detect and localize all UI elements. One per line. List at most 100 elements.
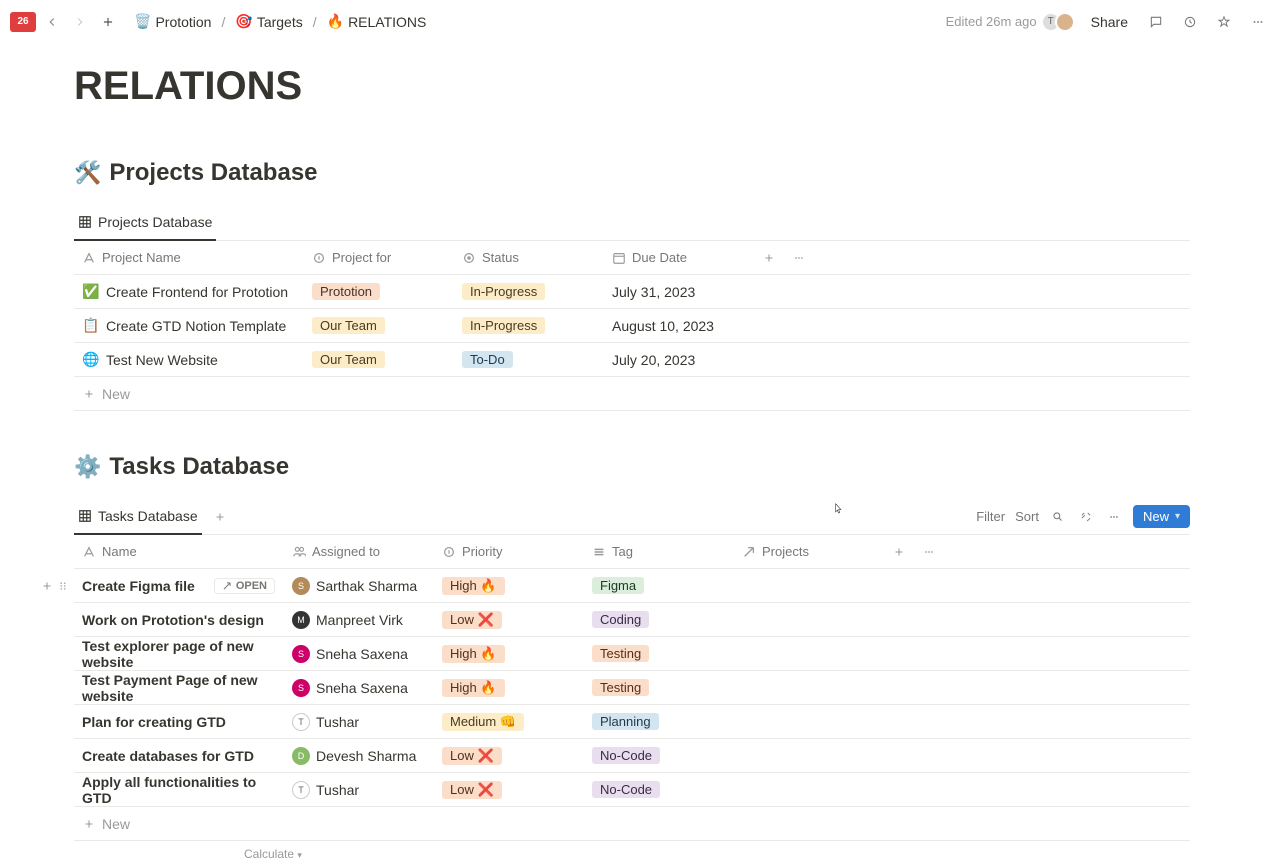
calculate-button[interactable]: Calculate ▾ bbox=[74, 841, 1190, 861]
new-button[interactable]: New ▾ bbox=[1133, 505, 1190, 528]
projects-add-row[interactable]: New bbox=[74, 377, 1190, 411]
cell-due[interactable]: July 20, 2023 bbox=[604, 343, 754, 376]
cell-priority[interactable]: Medium 👊 bbox=[434, 705, 584, 738]
projects-view-tab[interactable]: Projects Database bbox=[74, 205, 216, 241]
cell-assigned[interactable]: S Sarthak Sharma bbox=[284, 569, 434, 602]
col-assigned[interactable]: Assigned to bbox=[284, 544, 434, 559]
comments-icon[interactable] bbox=[1144, 10, 1168, 34]
cell-for[interactable]: Prototion bbox=[304, 275, 454, 308]
open-button[interactable]: OPEN bbox=[214, 578, 275, 594]
cell-tag[interactable]: Planning bbox=[584, 705, 734, 738]
cell-projects[interactable] bbox=[734, 603, 884, 636]
cell-status[interactable]: In-Progress bbox=[454, 275, 604, 308]
column-more-icon[interactable] bbox=[914, 545, 944, 559]
table-row[interactable]: Plan for creating GTD T Tushar Medium 👊 … bbox=[74, 705, 1190, 739]
cell-projects[interactable] bbox=[734, 569, 884, 602]
cell-assigned[interactable]: S Sneha Saxena bbox=[284, 637, 434, 670]
search-icon[interactable] bbox=[1049, 508, 1067, 526]
cell-name[interactable]: Create databases for GTD bbox=[74, 739, 284, 772]
cell-assigned[interactable]: M Manpreet Virk bbox=[284, 603, 434, 636]
cell-name[interactable]: 📋 Create GTD Notion Template bbox=[74, 309, 304, 342]
table-row[interactable]: Work on Prototion's design M Manpreet Vi… bbox=[74, 603, 1190, 637]
cell-name[interactable]: Test Payment Page of new website bbox=[74, 671, 284, 704]
cell-name[interactable]: Plan for creating GTD bbox=[74, 705, 284, 738]
table-row[interactable]: Test Payment Page of new website S Sneha… bbox=[74, 671, 1190, 705]
cell-name[interactable]: ✅ Create Frontend for Prototion bbox=[74, 275, 304, 308]
cell-projects[interactable] bbox=[734, 773, 884, 806]
cell-priority[interactable]: Low ❌ bbox=[434, 603, 584, 636]
add-column-icon[interactable] bbox=[754, 251, 784, 265]
cell-priority[interactable]: High 🔥 bbox=[434, 671, 584, 704]
nav-forward-icon[interactable] bbox=[68, 10, 92, 34]
cell-projects[interactable] bbox=[734, 671, 884, 704]
projects-heading[interactable]: 🛠️ Projects Database bbox=[74, 159, 1190, 187]
cell-priority[interactable]: Low ❌ bbox=[434, 773, 584, 806]
cell-priority[interactable]: Low ❌ bbox=[434, 739, 584, 772]
cell-name[interactable]: 🌐 Test New Website bbox=[74, 343, 304, 376]
cell-tag[interactable]: Figma bbox=[584, 569, 734, 602]
table-row[interactable]: Apply all functionalities to GTD T Tusha… bbox=[74, 773, 1190, 807]
cell-projects[interactable] bbox=[734, 637, 884, 670]
cell-assigned[interactable]: T Tushar bbox=[284, 705, 434, 738]
table-row[interactable]: Create databases for GTD D Devesh Sharma… bbox=[74, 739, 1190, 773]
drag-handle-icon[interactable] bbox=[56, 579, 70, 593]
cell-name[interactable]: Apply all functionalities to GTD bbox=[74, 773, 284, 806]
column-more-icon[interactable] bbox=[784, 251, 814, 265]
cell-for[interactable]: Our Team bbox=[304, 343, 454, 376]
updates-icon[interactable] bbox=[1178, 10, 1202, 34]
col-project-for[interactable]: Project for bbox=[304, 250, 454, 265]
cell-for[interactable]: Our Team bbox=[304, 309, 454, 342]
cell-projects[interactable] bbox=[734, 705, 884, 738]
col-task-name[interactable]: Name bbox=[74, 544, 284, 559]
cell-name[interactable]: Test explorer page of new website bbox=[74, 637, 284, 670]
cell-tag[interactable]: No-Code bbox=[584, 739, 734, 772]
cell-name[interactable]: Work on Prototion's design bbox=[74, 603, 284, 636]
crumb-relations[interactable]: 🔥 RELATIONS bbox=[323, 11, 431, 32]
page-title[interactable]: RELATIONS bbox=[74, 64, 1190, 109]
crumb-prototion[interactable]: 🗑️ Prototion bbox=[130, 11, 215, 32]
add-view-icon[interactable] bbox=[210, 507, 230, 527]
favorite-icon[interactable] bbox=[1212, 10, 1236, 34]
table-row[interactable]: Create Figma file OPEN S Sarthak Sharma … bbox=[74, 569, 1190, 603]
avatar-stack[interactable]: T bbox=[1047, 12, 1075, 32]
cell-due[interactable]: July 31, 2023 bbox=[604, 275, 754, 308]
cell-projects[interactable] bbox=[734, 739, 884, 772]
cell-assigned[interactable]: D Devesh Sharma bbox=[284, 739, 434, 772]
app-icon[interactable]: 26 bbox=[10, 12, 36, 32]
table-row[interactable]: ✅ Create Frontend for Prototion Prototio… bbox=[74, 275, 1190, 309]
tasks-heading[interactable]: ⚙️ Tasks Database bbox=[74, 453, 1190, 481]
filter-button[interactable]: Filter bbox=[976, 509, 1005, 524]
nav-back-icon[interactable] bbox=[40, 10, 64, 34]
cell-priority[interactable]: High 🔥 bbox=[434, 637, 584, 670]
col-projects-relation[interactable]: Projects bbox=[734, 544, 884, 559]
share-button[interactable]: Share bbox=[1085, 10, 1134, 34]
cell-status[interactable]: To-Do bbox=[454, 343, 604, 376]
col-priority[interactable]: Priority bbox=[434, 544, 584, 559]
col-project-name[interactable]: Project Name bbox=[74, 250, 304, 265]
new-tab-icon[interactable] bbox=[96, 10, 120, 34]
cell-tag[interactable]: Testing bbox=[584, 671, 734, 704]
table-row[interactable]: 🌐 Test New Website Our Team To-Do July 2… bbox=[74, 343, 1190, 377]
plus-icon[interactable] bbox=[40, 579, 54, 593]
table-row[interactable]: 📋 Create GTD Notion Template Our Team In… bbox=[74, 309, 1190, 343]
sort-button[interactable]: Sort bbox=[1015, 509, 1039, 524]
more-icon[interactable] bbox=[1246, 10, 1270, 34]
table-row[interactable]: Test explorer page of new website S Sneh… bbox=[74, 637, 1190, 671]
expand-icon[interactable] bbox=[1077, 508, 1095, 526]
col-tag[interactable]: Tag bbox=[584, 544, 734, 559]
cell-name[interactable]: Create Figma file OPEN bbox=[74, 569, 284, 602]
cell-tag[interactable]: Coding bbox=[584, 603, 734, 636]
add-column-icon[interactable] bbox=[884, 545, 914, 559]
cell-priority[interactable]: High 🔥 bbox=[434, 569, 584, 602]
crumb-targets[interactable]: 🎯 Targets bbox=[231, 11, 306, 32]
col-status[interactable]: Status bbox=[454, 250, 604, 265]
cell-tag[interactable]: No-Code bbox=[584, 773, 734, 806]
col-due-date[interactable]: Due Date bbox=[604, 250, 754, 265]
cell-status[interactable]: In-Progress bbox=[454, 309, 604, 342]
cell-due[interactable]: August 10, 2023 bbox=[604, 309, 754, 342]
cell-assigned[interactable]: T Tushar bbox=[284, 773, 434, 806]
tasks-add-row[interactable]: New bbox=[74, 807, 1190, 841]
toolbar-more-icon[interactable] bbox=[1105, 508, 1123, 526]
cell-assigned[interactable]: S Sneha Saxena bbox=[284, 671, 434, 704]
tasks-view-tab[interactable]: Tasks Database bbox=[74, 499, 202, 535]
